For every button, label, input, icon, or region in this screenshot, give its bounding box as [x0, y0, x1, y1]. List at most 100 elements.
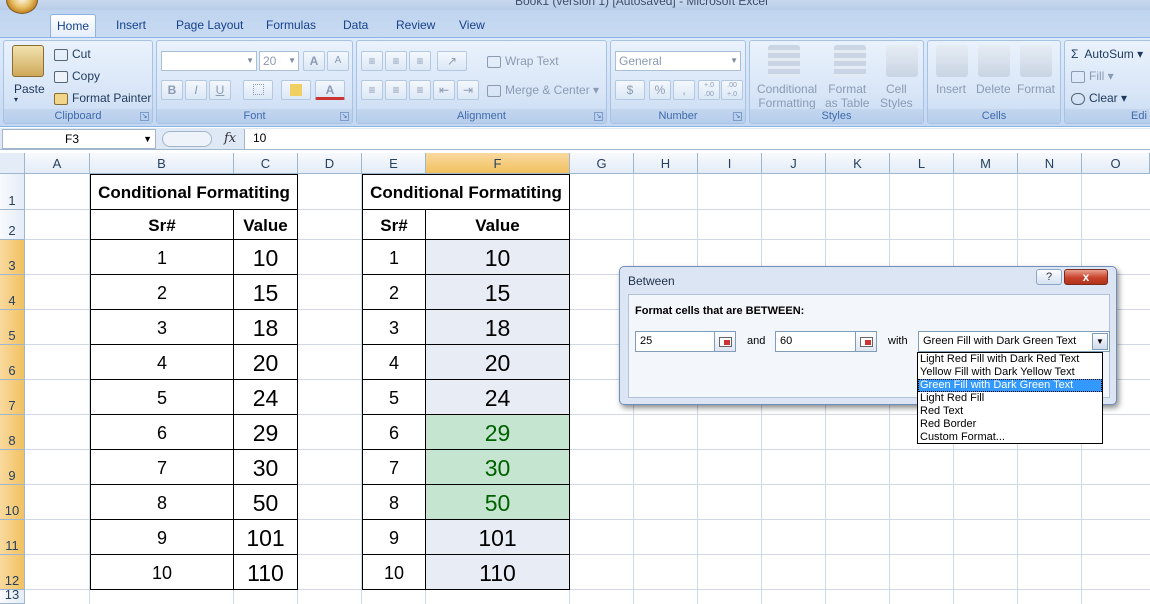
col-header-f[interactable]: F: [426, 153, 570, 174]
table_left-sr-cell[interactable]: 6: [90, 414, 234, 450]
chevron-down-icon[interactable]: ▼: [1092, 333, 1108, 350]
font-color-button[interactable]: A: [315, 80, 345, 100]
col-header-i[interactable]: I: [698, 153, 762, 174]
table_left-value-cell[interactable]: 10: [233, 239, 298, 275]
table_left-value-cell[interactable]: 15: [233, 274, 298, 310]
borders-button[interactable]: [243, 80, 273, 100]
font-name-select[interactable]: ▼: [161, 51, 257, 71]
col-header-e[interactable]: E: [362, 153, 426, 174]
col-header-g[interactable]: G: [570, 153, 634, 174]
decrease-indent-icon[interactable]: ⇤: [433, 80, 455, 100]
col-header-l[interactable]: L: [890, 153, 954, 174]
grow-font-button[interactable]: A: [303, 51, 325, 71]
paste-chevron-icon[interactable]: ▾: [14, 95, 18, 104]
format-cells-button[interactable]: Format: [1017, 82, 1055, 96]
table_right-value-cell[interactable]: 18: [425, 309, 570, 345]
fill-color-button[interactable]: [281, 80, 311, 100]
conditional-formatting-button[interactable]: Conditional Formatting: [757, 82, 817, 110]
shrink-font-button[interactable]: A: [327, 51, 349, 71]
row-header-13[interactable]: 13: [0, 587, 25, 604]
table_right-sr-cell[interactable]: 5: [362, 379, 426, 415]
table_left-title[interactable]: Conditional Formatiting: [90, 174, 298, 210]
row-header-6[interactable]: 6: [0, 345, 25, 380]
col-header-a[interactable]: A: [25, 153, 90, 174]
table_left-value-cell[interactable]: 30: [233, 449, 298, 485]
col-header-j[interactable]: J: [762, 153, 826, 174]
align-bottom-icon[interactable]: ≡: [409, 51, 431, 71]
delete-cells-button[interactable]: Delete: [976, 82, 1011, 96]
format-painter-button[interactable]: Format Painter: [54, 91, 151, 105]
comma-button[interactable]: ,: [673, 80, 695, 100]
table_right-sr-cell[interactable]: 4: [362, 344, 426, 380]
table_right-value-cell[interactable]: 30: [425, 449, 570, 485]
format-as-table-button[interactable]: Format as Table: [825, 82, 869, 110]
table_left-sr-cell[interactable]: 4: [90, 344, 234, 380]
table_left-value-cell[interactable]: 20: [233, 344, 298, 380]
table_right-sr-cell[interactable]: 10: [362, 554, 426, 590]
table_right-sr-cell[interactable]: 2: [362, 274, 426, 310]
table_left-value-cell[interactable]: 110: [233, 554, 298, 590]
table_left-sr-cell[interactable]: 3: [90, 309, 234, 345]
table_left-sr-cell[interactable]: 9: [90, 519, 234, 555]
copy-button[interactable]: Copy: [54, 69, 100, 83]
col-header-n[interactable]: N: [1018, 153, 1082, 174]
col-header-b[interactable]: B: [90, 153, 234, 174]
close-button[interactable]: x: [1064, 269, 1108, 285]
row-header-4[interactable]: 4: [0, 275, 25, 310]
table_left-value-cell[interactable]: 101: [233, 519, 298, 555]
autosum-button[interactable]: Σ AutoSum ▾: [1071, 47, 1143, 61]
cell-styles-button[interactable]: Cell Styles: [880, 82, 913, 110]
tab-review[interactable]: Review: [390, 14, 441, 38]
format-option[interactable]: Light Red Fill: [918, 392, 1102, 405]
table_right-header-sr[interactable]: Sr#: [362, 209, 426, 240]
increase-decimal-button[interactable]: +.0 .00: [698, 80, 720, 100]
number-launcher-icon[interactable]: ↘: [733, 112, 742, 121]
row-header-12[interactable]: 12: [0, 555, 25, 590]
table_right-sr-cell[interactable]: 1: [362, 239, 426, 275]
table_right-sr-cell[interactable]: 7: [362, 449, 426, 485]
format-option[interactable]: Red Text: [918, 405, 1102, 418]
tab-data[interactable]: Data: [337, 14, 374, 38]
table_right-sr-cell[interactable]: 9: [362, 519, 426, 555]
table_right-value-cell[interactable]: 20: [425, 344, 570, 380]
row-header-3[interactable]: 3: [0, 240, 25, 275]
table_right-title[interactable]: Conditional Formatiting: [362, 174, 570, 210]
tab-view[interactable]: View: [453, 14, 491, 38]
alignment-launcher-icon[interactable]: ↘: [594, 112, 603, 121]
format-option[interactable]: Red Border: [918, 418, 1102, 431]
clipboard-launcher-icon[interactable]: ↘: [140, 112, 149, 121]
tab-insert[interactable]: Insert: [110, 14, 152, 38]
table_left-value-cell[interactable]: 24: [233, 379, 298, 415]
table_right-value-cell[interactable]: 29: [425, 414, 570, 450]
paste-button[interactable]: Paste: [14, 82, 45, 96]
table_left-sr-cell[interactable]: 2: [90, 274, 234, 310]
align-center-icon[interactable]: ≡: [385, 80, 407, 100]
table_left-header-sr[interactable]: Sr#: [90, 209, 234, 240]
table_right-sr-cell[interactable]: 8: [362, 484, 426, 520]
col-header-d[interactable]: D: [298, 153, 362, 174]
table_right-value-cell[interactable]: 50: [425, 484, 570, 520]
decrease-decimal-button[interactable]: .00 +.0: [721, 80, 743, 100]
col-header-h[interactable]: H: [634, 153, 698, 174]
help-button[interactable]: ?: [1036, 269, 1062, 285]
table_left-value-cell[interactable]: 50: [233, 484, 298, 520]
bold-button[interactable]: B: [161, 80, 183, 100]
increase-indent-icon[interactable]: ⇥: [457, 80, 479, 100]
upper-value-input[interactable]: 60: [775, 331, 857, 352]
percent-button[interactable]: %: [649, 80, 671, 100]
tab-formulas[interactable]: Formulas: [260, 14, 322, 38]
table_left-value-cell[interactable]: 18: [233, 309, 298, 345]
row-header-9[interactable]: 9: [0, 450, 25, 485]
lower-range-selector-icon[interactable]: [714, 331, 736, 352]
insert-function-icon[interactable]: fx: [224, 131, 236, 146]
clear-button[interactable]: Clear ▾: [1071, 91, 1127, 105]
formula-bar-divider[interactable]: [162, 131, 212, 147]
cut-button[interactable]: Cut: [54, 47, 91, 61]
name-box[interactable]: F3 ▼: [2, 129, 156, 149]
table_right-header-value[interactable]: Value: [425, 209, 570, 240]
align-top-icon[interactable]: ≡: [361, 51, 383, 71]
table_left-sr-cell[interactable]: 8: [90, 484, 234, 520]
formula-input[interactable]: 10: [244, 129, 1150, 149]
table_left-value-cell[interactable]: 29: [233, 414, 298, 450]
font-launcher-icon[interactable]: ↘: [340, 112, 349, 121]
